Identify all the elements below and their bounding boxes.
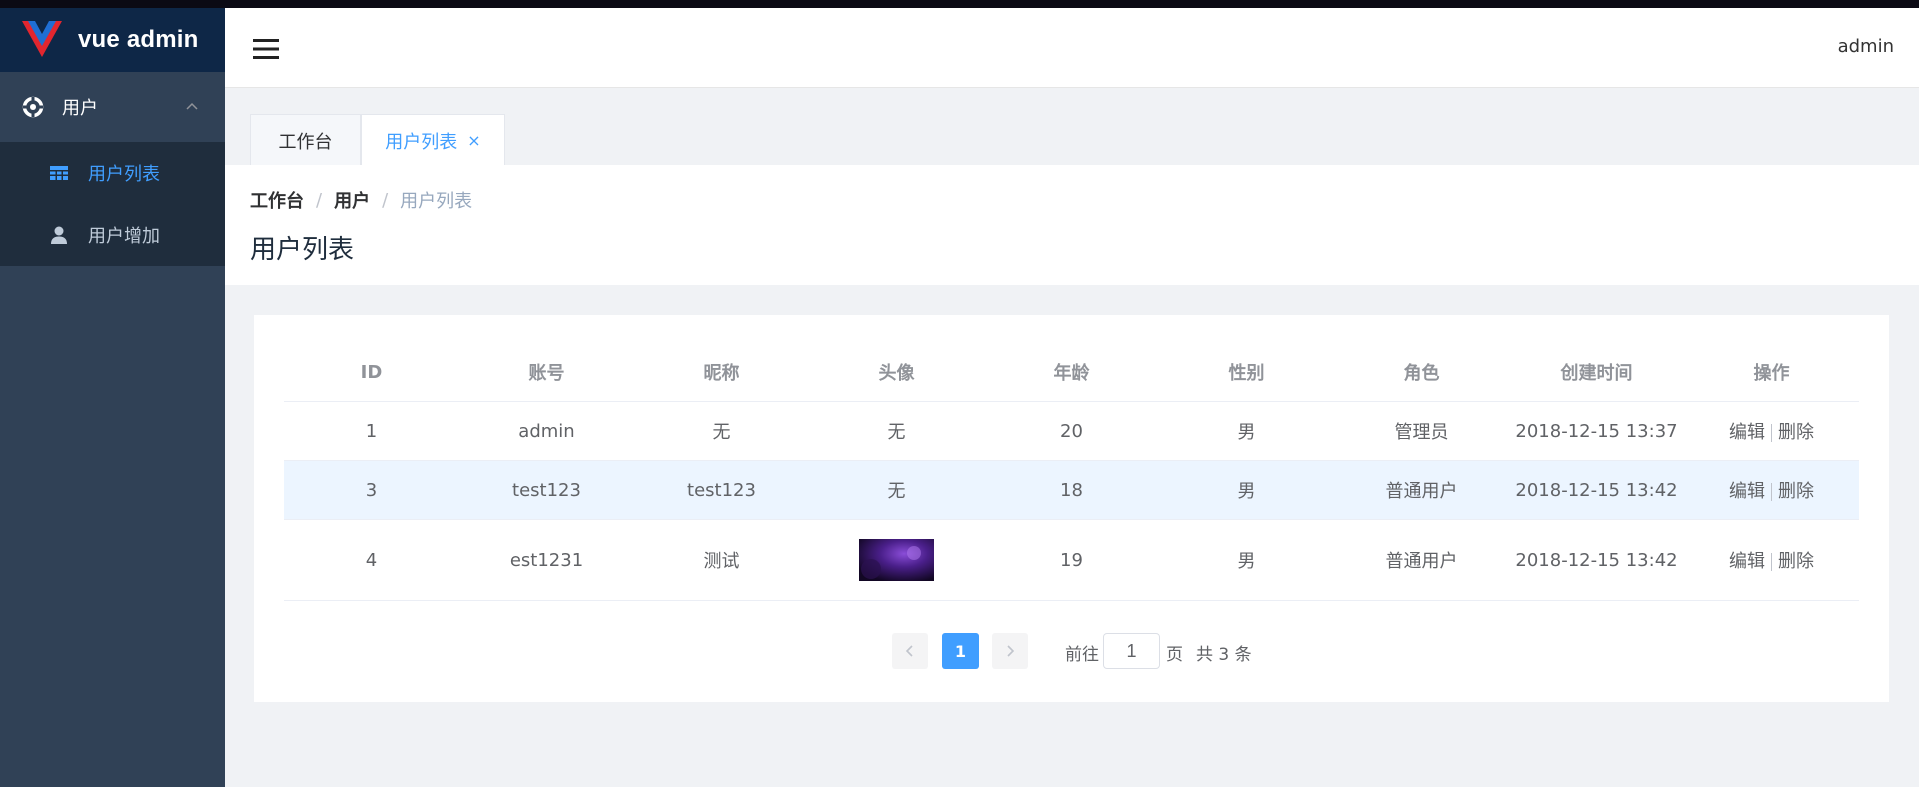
edit-button[interactable]: 编辑: [1729, 481, 1765, 502]
cell-role: 普通用户: [1334, 460, 1509, 520]
next-page-button[interactable]: [992, 633, 1028, 669]
column-header-avatar[interactable]: 头像: [809, 343, 984, 402]
edit-button[interactable]: 编辑: [1729, 551, 1765, 572]
cell-role: 管理员: [1334, 401, 1509, 461]
cell-age: 20: [984, 401, 1159, 461]
hamburger-icon[interactable]: [253, 38, 279, 60]
user-menu[interactable]: admin: [1838, 36, 1894, 57]
column-header-id[interactable]: ID: [284, 343, 459, 402]
delete-button[interactable]: 删除: [1778, 551, 1814, 572]
tab-label: 用户列表: [385, 131, 458, 153]
logo[interactable]: vue admin: [0, 8, 225, 72]
cell-gender: 男: [1159, 401, 1334, 461]
tabs-bar: 工作台 用户列表 ×: [225, 88, 1919, 166]
table-row[interactable]: 3 test123 test123 无 18 男 普通用户 2018-12-15…: [284, 460, 1859, 520]
cell-nickname: 测试: [634, 519, 809, 601]
sidebar: vue admin 用户 用户列表 用户增加: [0, 8, 225, 787]
column-header-role[interactable]: 角色: [1334, 343, 1509, 402]
breadcrumb-item-current: 用户列表: [400, 191, 473, 212]
vue-logo-icon: [22, 21, 62, 57]
cell-gender: 男: [1159, 460, 1334, 520]
table-card: ID 账号 昵称 头像 年龄 性别 角色 创建时间 操作 1 admin 无 无…: [254, 315, 1889, 702]
logo-text: vue admin: [78, 26, 199, 53]
breadcrumb: 工作台 / 用户 / 用户列表: [250, 187, 472, 213]
life-ring-icon: [22, 96, 44, 118]
tab-user-list[interactable]: 用户列表 ×: [361, 114, 505, 166]
column-header-age[interactable]: 年龄: [984, 343, 1159, 402]
breadcrumb-item-user[interactable]: 用户: [334, 187, 370, 213]
page-number-button[interactable]: 1: [942, 633, 979, 669]
sidebar-menu-user-label: 用户: [62, 98, 98, 119]
table-row[interactable]: 4 est1231 测试 19 男 普通用户 2018-12-15 13:42 …: [284, 519, 1859, 601]
sidebar-menu-user[interactable]: 用户: [0, 72, 225, 142]
delete-button[interactable]: 删除: [1778, 422, 1814, 443]
goto-page-input[interactable]: [1103, 633, 1160, 669]
column-header-actions[interactable]: 操作: [1684, 343, 1859, 402]
cell-actions: 编辑 删除: [1684, 401, 1859, 461]
breadcrumb-separator: /: [316, 189, 323, 211]
chevron-left-icon: [905, 645, 913, 657]
cell-account: est1231: [459, 519, 634, 601]
cell-gender: 男: [1159, 519, 1334, 601]
tab-label: 工作台: [278, 131, 333, 153]
cell-account: test123: [459, 460, 634, 520]
user-icon: [51, 226, 67, 244]
cell-nickname: 无: [634, 401, 809, 461]
column-header-created[interactable]: 创建时间: [1509, 343, 1684, 402]
submenu: 用户列表 用户增加: [0, 142, 225, 266]
sidebar-item-label: 用户增加: [88, 226, 160, 247]
column-header-nickname[interactable]: 昵称: [634, 343, 809, 402]
tab-dashboard[interactable]: 工作台: [250, 114, 361, 166]
cell-role: 普通用户: [1334, 519, 1509, 601]
table-icon: [50, 166, 68, 180]
cell-nickname: test123: [634, 460, 809, 520]
sidebar-item-user-add[interactable]: 用户增加: [0, 204, 225, 266]
column-header-gender[interactable]: 性别: [1159, 343, 1334, 402]
cell-created: 2018-12-15 13:42: [1509, 460, 1684, 520]
cell-id: 3: [284, 460, 459, 520]
action-divider: [1771, 553, 1772, 571]
column-header-account[interactable]: 账号: [459, 343, 634, 402]
cell-created: 2018-12-15 13:37: [1509, 401, 1684, 461]
top-header: admin: [225, 8, 1919, 88]
cell-avatar: 无: [809, 460, 984, 520]
avatar-image: [859, 539, 934, 581]
edit-button[interactable]: 编辑: [1729, 422, 1765, 443]
cell-age: 18: [984, 460, 1159, 520]
breadcrumb-item-dashboard[interactable]: 工作台: [250, 187, 304, 213]
chevron-right-icon: [1007, 645, 1015, 657]
pagination: 1 前往 页 共 3 条: [254, 633, 1889, 671]
top-strip: [0, 0, 1919, 8]
cell-actions: 编辑 删除: [1684, 460, 1859, 520]
action-divider: [1771, 424, 1772, 442]
sidebar-item-label: 用户列表: [88, 164, 160, 185]
sidebar-item-user-list[interactable]: 用户列表: [0, 142, 225, 204]
page-header: 工作台 / 用户 / 用户列表 用户列表: [225, 165, 1919, 285]
cell-avatar: 无: [809, 401, 984, 461]
total-count: 共 3 条: [1196, 645, 1252, 665]
page-unit-label: 页: [1166, 645, 1183, 665]
table-row[interactable]: 1 admin 无 无 20 男 管理员 2018-12-15 13:37 编辑…: [284, 401, 1859, 461]
cell-id: 4: [284, 519, 459, 601]
goto-label: 前往: [1065, 645, 1099, 665]
action-divider: [1771, 483, 1772, 501]
delete-button[interactable]: 删除: [1778, 481, 1814, 502]
cell-avatar: [809, 519, 984, 601]
close-icon[interactable]: ×: [467, 131, 480, 150]
page-title: 用户列表: [250, 235, 355, 265]
chevron-up-icon: [186, 102, 198, 110]
cell-actions: 编辑 删除: [1684, 519, 1859, 601]
cell-created: 2018-12-15 13:42: [1509, 519, 1684, 601]
user-table: ID 账号 昵称 头像 年龄 性别 角色 创建时间 操作 1 admin 无 无…: [284, 343, 1859, 601]
cell-id: 1: [284, 401, 459, 461]
prev-page-button[interactable]: [892, 633, 928, 669]
cell-account: admin: [459, 401, 634, 461]
cell-age: 19: [984, 519, 1159, 601]
table-header-row: ID 账号 昵称 头像 年龄 性别 角色 创建时间 操作: [284, 343, 1859, 402]
breadcrumb-separator: /: [382, 189, 389, 211]
